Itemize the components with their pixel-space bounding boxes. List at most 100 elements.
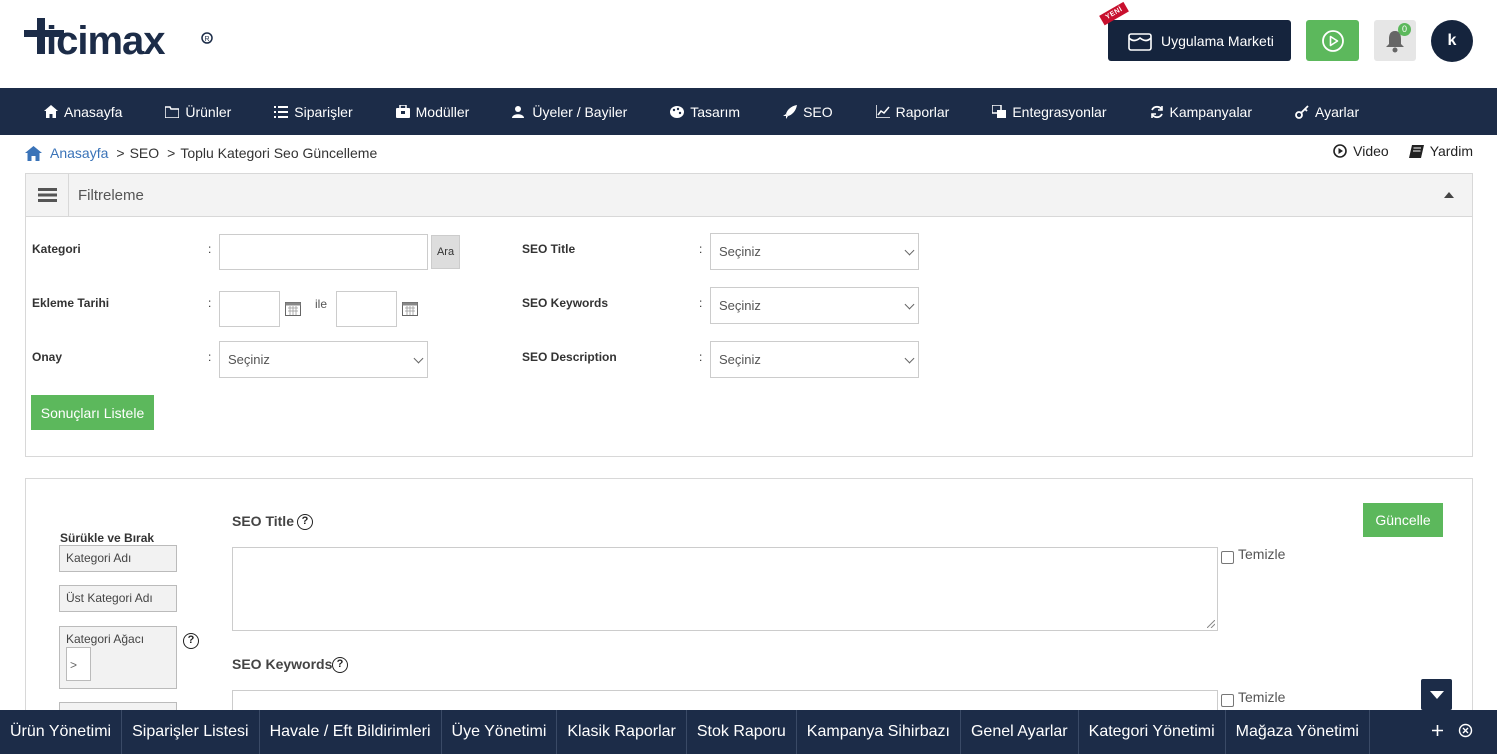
video-link[interactable]: Video [1333,143,1389,159]
filter-header: Filtreleme [26,174,1472,217]
nav-label: Entegrasyonlar [1012,103,1107,120]
ticimax-logo[interactable]: icimax R [24,14,216,70]
onay-label: Onay [32,350,63,364]
app-market-button[interactable]: YENİ Uygulama Marketi [1099,1,1291,61]
video-link-label: Video [1353,143,1389,159]
help-question-icon[interactable]: ? [183,633,199,649]
drag-item-kategori-agaci[interactable]: Kategori Ağacı > [59,626,177,689]
colon: : [208,242,212,256]
nav-item-urunler[interactable]: Ürünler [165,104,231,120]
nav-label: Ayarlar [1315,103,1360,120]
collapse-caret-icon[interactable] [1444,192,1454,198]
calendar-icon[interactable] [285,301,301,316]
kategori-label: Kategori [32,242,81,256]
list-icon [274,105,289,119]
nav-label: Anasayfa [64,103,123,120]
nav-label: Tasarım [690,103,741,120]
shortcut-stok-raporu[interactable]: Stok Raporu [687,710,797,754]
logo-mark: icimax R [24,18,213,63]
seo-title-label: SEO Title [522,242,576,256]
refresh-icon [1150,105,1164,119]
integration-icon [992,105,1007,119]
colon: : [208,296,212,310]
nav-item-kampanyalar[interactable]: Kampanyalar [1150,104,1252,120]
shortcut-genel-ayarlar[interactable]: Genel Ayarlar [961,710,1079,754]
book-icon [1408,144,1424,158]
help-links: Video Yardim [1313,143,1473,159]
shortcut-siparisler-listesi[interactable]: Siparişler Listesi [122,710,260,754]
calendar-icon[interactable] [402,301,418,316]
nav-item-seo[interactable]: SEO [783,104,833,120]
shortcut-urun-yonetimi[interactable]: Ürün Yönetimi [0,710,123,754]
drag-item-label: Kategori Ağacı [66,632,145,646]
onay-select[interactable]: Seçiniz [219,341,428,378]
breadcrumb-home-link[interactable]: Anasayfa [50,145,108,161]
filter-panel: Filtreleme Kategori : Ara Ekleme Tarihi … [25,173,1473,457]
drag-item-kategori-adi[interactable]: Kategori Adı [59,545,177,572]
ekleme-tarihi-label: Ekleme Tarihi [32,296,110,310]
breadcrumb-home-icon[interactable] [25,145,42,161]
help-question-icon[interactable]: ? [297,514,313,530]
seo-title-select[interactable]: Seçiniz [710,233,919,270]
nav-item-ayarlar[interactable]: Ayarlar [1295,104,1359,120]
home-icon [44,105,58,119]
store-icon [1128,32,1152,51]
date-end-input[interactable] [336,291,397,327]
nav-item-moduller[interactable]: Modüller [395,104,469,120]
add-shortcut-icon[interactable] [1431,724,1444,737]
seo-keywords-select[interactable]: Seçiniz [710,287,919,324]
help-question-icon[interactable]: ? [332,657,348,673]
nav-item-siparisler[interactable]: Siparişler [274,104,353,120]
chevron-down-icon [904,299,915,310]
rocket-icon [783,104,798,119]
folder-icon [165,105,180,119]
seo-keywords-clear-label: Temizle [1238,689,1286,705]
seo-title-clear-checkbox[interactable] [1221,551,1234,564]
nav-item-raporlar[interactable]: Raporlar [875,104,949,120]
shortcut-klasik-raporlar[interactable]: Klasik Raporlar [557,710,687,754]
help-link[interactable]: Yardim [1408,143,1473,159]
drag-item-ust-kategori-adi[interactable]: Üst Kategori Adı [59,585,177,612]
breadcrumb-separator: > [167,145,176,161]
taskbar-actions [1417,723,1473,738]
nav-label: Üyeler / Bayiler [532,103,628,120]
filter-menu-toggle[interactable] [26,174,69,216]
filter-title: Filtreleme [78,187,144,204]
breadcrumb-separator: > [116,145,125,161]
chart-icon [875,105,890,119]
hamburger-icon [37,188,57,202]
resize-handle-icon[interactable] [1207,620,1215,628]
nav-item-entegrasyonlar[interactable]: Entegrasyonlar [992,103,1107,120]
scroll-down-button[interactable] [1421,679,1452,710]
date-start-input[interactable] [219,291,280,327]
seo-description-select-value: Seçiniz [719,352,761,367]
nav-item-tasarim[interactable]: Tasarım [670,104,740,120]
play-icon [1321,29,1344,52]
shortcut-magaza-yonetimi[interactable]: Mağaza Yönetimi [1226,710,1370,754]
seo-title-textarea[interactable] [232,547,1218,631]
seo-description-select[interactable]: Seçiniz [710,341,919,378]
nav-item-anasayfa[interactable]: Anasayfa [44,104,122,120]
chevron-down-icon [413,353,424,364]
tree-preview: > [66,647,91,681]
list-results-button[interactable]: Sonuçları Listele [31,395,154,430]
shortcut-kategori-yonetimi[interactable]: Kategori Yönetimi [1079,710,1226,754]
nav-item-uyeler[interactable]: Üyeler / Bayiler [512,104,627,120]
key-icon [1295,104,1309,119]
shortcut-uye-yonetimi[interactable]: Üye Yönetimi [442,710,558,754]
kategori-input[interactable] [219,234,428,270]
video-play-button[interactable] [1306,20,1359,61]
seo-keywords-clear-checkbox[interactable] [1221,694,1234,707]
bottom-shortcut-bar: Ürün Yönetimi Siparişler Listesi Havale … [0,710,1497,754]
update-button[interactable]: Güncelle [1363,503,1443,537]
user-avatar[interactable]: k [1431,20,1473,62]
app-root: icimax R YENİ Uygulama Marketi 0 k Anasa… [0,0,1497,754]
shortcut-kampanya-sihirbazi[interactable]: Kampanya Sihirbazı [797,710,961,754]
notifications-button[interactable]: 0 [1374,20,1416,61]
breadcrumb-seo[interactable]: SEO [130,145,160,161]
chevron-down-icon [904,245,915,256]
shortcut-havale-eft[interactable]: Havale / Eft Bildirimleri [260,710,442,754]
close-circle-icon[interactable] [1458,723,1473,738]
ara-button[interactable]: Ara [431,235,460,269]
svg-text:R: R [205,36,210,43]
